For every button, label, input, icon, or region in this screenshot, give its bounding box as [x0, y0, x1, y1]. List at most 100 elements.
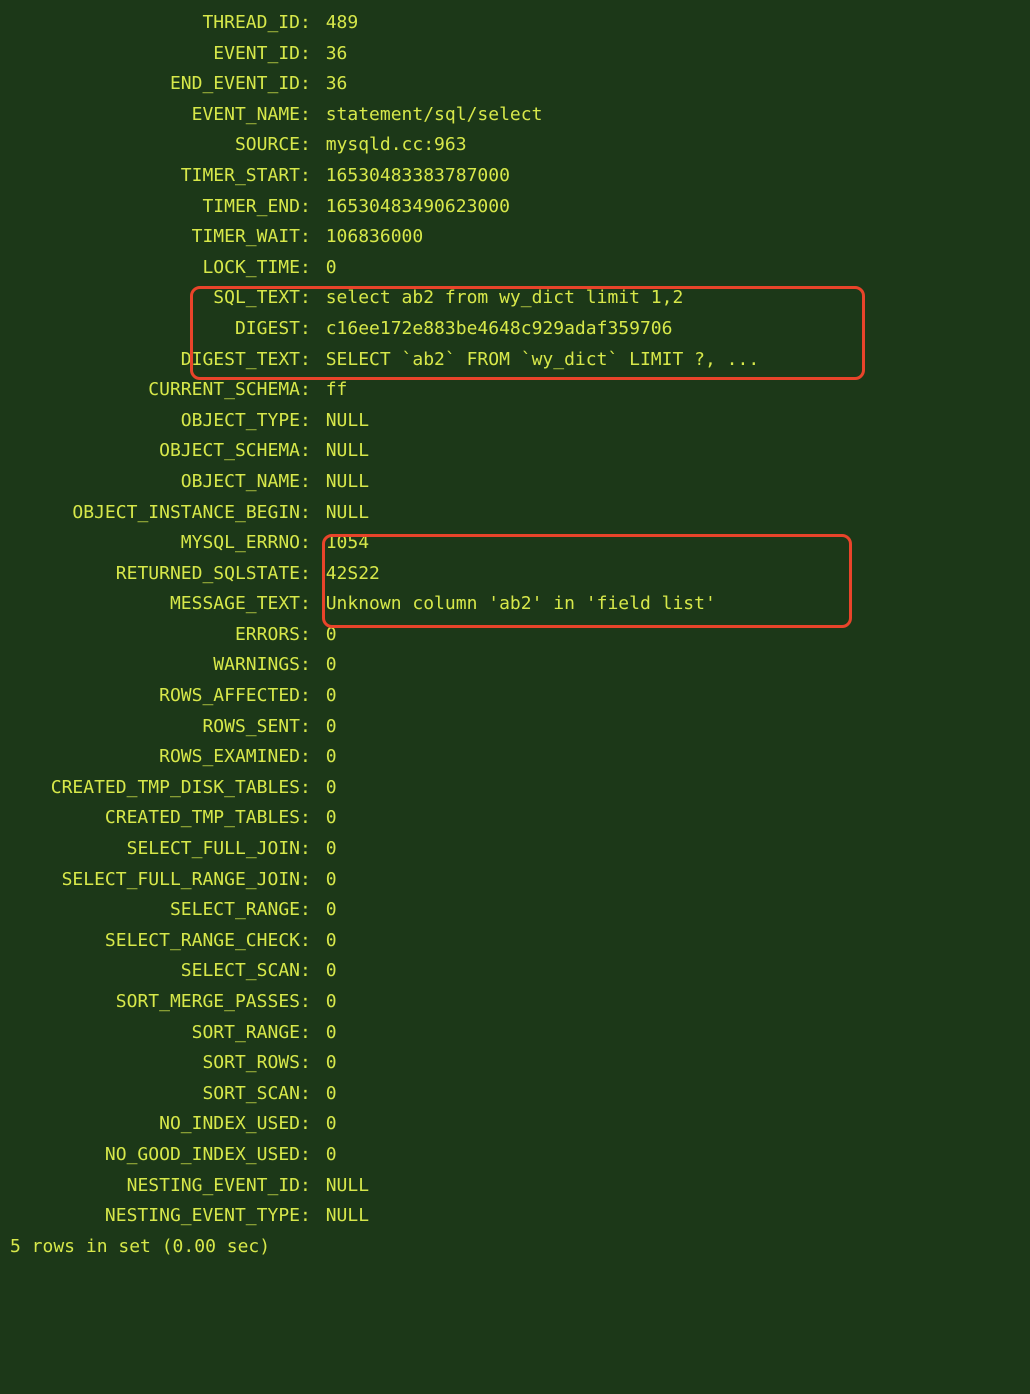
- row-separator: :: [300, 1048, 326, 1079]
- row-separator: :: [300, 620, 326, 651]
- row-value: SELECT `ab2` FROM `wy_dict` LIMIT ?, ...: [326, 345, 759, 376]
- row-separator: :: [300, 1171, 326, 1202]
- row-value: NULL: [326, 1171, 369, 1202]
- result-row: ERRORS: 0: [0, 620, 1030, 651]
- row-label: DIGEST: [0, 314, 300, 345]
- row-label: NESTING_EVENT_ID: [0, 1171, 300, 1202]
- result-row: NESTING_EVENT_TYPE: NULL: [0, 1201, 1030, 1232]
- row-separator: :: [300, 589, 326, 620]
- row-value: 36: [326, 39, 348, 70]
- result-row: SORT_SCAN: 0: [0, 1079, 1030, 1110]
- result-row: NO_INDEX_USED: 0: [0, 1109, 1030, 1140]
- row-label: SELECT_RANGE: [0, 895, 300, 926]
- result-row: ROWS_AFFECTED: 0: [0, 681, 1030, 712]
- result-row: SELECT_RANGE_CHECK: 0: [0, 926, 1030, 957]
- row-value: 0: [326, 1048, 337, 1079]
- result-row: EVENT_NAME: statement/sql/select: [0, 100, 1030, 131]
- row-value: 36: [326, 69, 348, 100]
- result-row: ROWS_SENT: 0: [0, 712, 1030, 743]
- result-row: SELECT_FULL_RANGE_JOIN: 0: [0, 865, 1030, 896]
- row-value: 16530483383787000: [326, 161, 510, 192]
- row-value: c16ee172e883be4648c929adaf359706: [326, 314, 673, 345]
- row-label: SORT_RANGE: [0, 1018, 300, 1049]
- row-label: RETURNED_SQLSTATE: [0, 559, 300, 590]
- result-row: SORT_RANGE: 0: [0, 1018, 1030, 1049]
- row-label: CURRENT_SCHEMA: [0, 375, 300, 406]
- row-value: NULL: [326, 498, 369, 529]
- row-label: OBJECT_TYPE: [0, 406, 300, 437]
- row-label: OBJECT_NAME: [0, 467, 300, 498]
- row-separator: :: [300, 192, 326, 223]
- row-value: 0: [326, 620, 337, 651]
- result-row: OBJECT_TYPE: NULL: [0, 406, 1030, 437]
- row-value: 0: [326, 895, 337, 926]
- terminal-output: THREAD_ID: 489EVENT_ID: 36END_EVENT_ID: …: [0, 8, 1030, 1262]
- row-separator: :: [300, 253, 326, 284]
- result-row: RETURNED_SQLSTATE: 42S22: [0, 559, 1030, 590]
- result-row: CURRENT_SCHEMA: ff: [0, 375, 1030, 406]
- row-value: NULL: [326, 406, 369, 437]
- row-label: NESTING_EVENT_TYPE: [0, 1201, 300, 1232]
- row-value: 1054: [326, 528, 369, 559]
- row-separator: :: [300, 834, 326, 865]
- row-value: 0: [326, 926, 337, 957]
- result-row: SQL_TEXT: select ab2 from wy_dict limit …: [0, 283, 1030, 314]
- footer-text: 5 rows in set (0.00 sec): [10, 1232, 270, 1263]
- row-value: statement/sql/select: [326, 100, 543, 131]
- result-row: DIGEST: c16ee172e883be4648c929adaf359706: [0, 314, 1030, 345]
- row-separator: :: [300, 8, 326, 39]
- result-row: OBJECT_NAME: NULL: [0, 467, 1030, 498]
- row-value: 0: [326, 1109, 337, 1140]
- row-separator: :: [300, 1140, 326, 1171]
- row-separator: :: [300, 987, 326, 1018]
- result-row: LOCK_TIME: 0: [0, 253, 1030, 284]
- result-row: TIMER_START: 16530483383787000: [0, 161, 1030, 192]
- result-row: SELECT_SCAN: 0: [0, 956, 1030, 987]
- row-value: 0: [326, 834, 337, 865]
- row-separator: :: [300, 773, 326, 804]
- row-label: END_EVENT_ID: [0, 69, 300, 100]
- result-row: SORT_MERGE_PASSES: 0: [0, 987, 1030, 1018]
- row-label: SELECT_FULL_RANGE_JOIN: [0, 865, 300, 896]
- row-separator: :: [300, 1018, 326, 1049]
- row-separator: :: [300, 69, 326, 100]
- row-separator: :: [300, 130, 326, 161]
- row-label: DIGEST_TEXT: [0, 345, 300, 376]
- row-label: THREAD_ID: [0, 8, 300, 39]
- result-row: TIMER_END: 16530483490623000: [0, 192, 1030, 223]
- row-label: SOURCE: [0, 130, 300, 161]
- row-separator: :: [300, 283, 326, 314]
- row-label: SQL_TEXT: [0, 283, 300, 314]
- row-separator: :: [300, 865, 326, 896]
- row-value: 42S22: [326, 559, 380, 590]
- row-value: 0: [326, 742, 337, 773]
- row-label: TIMER_START: [0, 161, 300, 192]
- row-separator: :: [300, 1079, 326, 1110]
- row-label: CREATED_TMP_TABLES: [0, 803, 300, 834]
- row-separator: :: [300, 681, 326, 712]
- row-label: EVENT_NAME: [0, 100, 300, 131]
- row-label: SELECT_RANGE_CHECK: [0, 926, 300, 957]
- row-separator: :: [300, 345, 326, 376]
- result-row: WARNINGS: 0: [0, 650, 1030, 681]
- row-value: 0: [326, 253, 337, 284]
- row-value: 0: [326, 1140, 337, 1171]
- row-separator: :: [300, 100, 326, 131]
- row-label: NO_INDEX_USED: [0, 1109, 300, 1140]
- row-value: Unknown column 'ab2' in 'field list': [326, 589, 716, 620]
- result-row: END_EVENT_ID: 36: [0, 69, 1030, 100]
- row-separator: :: [300, 314, 326, 345]
- row-value: 0: [326, 956, 337, 987]
- result-row: SELECT_FULL_JOIN: 0: [0, 834, 1030, 865]
- result-row: MESSAGE_TEXT: Unknown column 'ab2' in 'f…: [0, 589, 1030, 620]
- row-label: ROWS_EXAMINED: [0, 742, 300, 773]
- row-label: SORT_ROWS: [0, 1048, 300, 1079]
- row-label: MESSAGE_TEXT: [0, 589, 300, 620]
- row-separator: :: [300, 926, 326, 957]
- result-row: SOURCE: mysqld.cc:963: [0, 130, 1030, 161]
- row-value: 16530483490623000: [326, 192, 510, 223]
- row-value: 0: [326, 1018, 337, 1049]
- result-row: CREATED_TMP_TABLES: 0: [0, 803, 1030, 834]
- row-value: 0: [326, 1079, 337, 1110]
- row-value: NULL: [326, 436, 369, 467]
